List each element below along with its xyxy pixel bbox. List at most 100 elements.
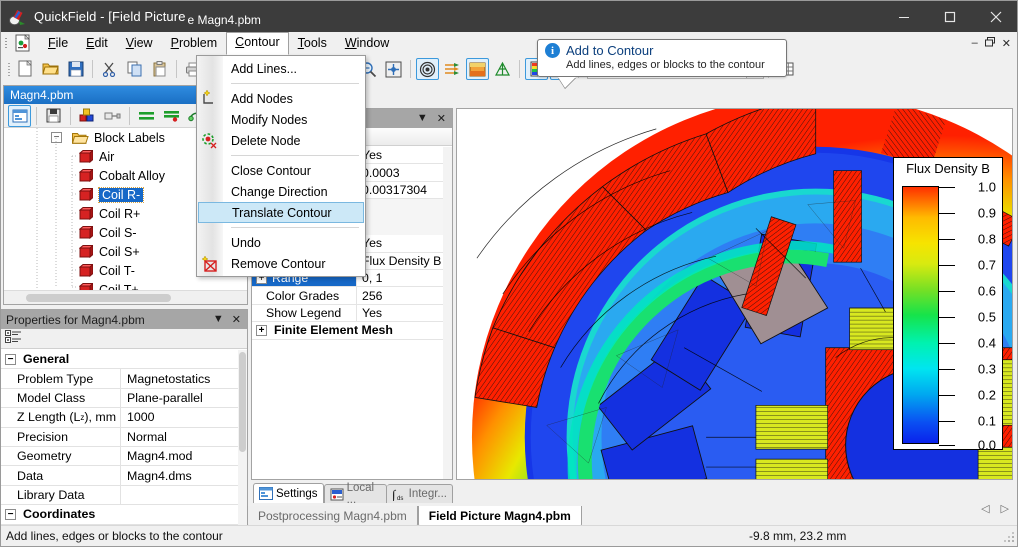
property-row-geometry[interactable]: Geometry Magn4.mod <box>1 446 238 467</box>
tab-integral-values[interactable]: ∫ ds Integr... <box>386 484 453 503</box>
equal-green-icon[interactable] <box>135 105 158 127</box>
menu-file[interactable]: File <box>39 33 77 55</box>
property-value[interactable]: Normal <box>121 428 238 446</box>
tab-local-values[interactable]: Local ... <box>323 482 387 506</box>
mesh-icon[interactable] <box>491 58 514 80</box>
field-row-show-legend[interactable]: Show Legend Yes <box>252 304 443 323</box>
open-folder-icon[interactable] <box>39 58 62 80</box>
menu-item-add-lines[interactable]: Add Lines... <box>197 58 365 79</box>
tooltip-add-to-contour: i Add to Contour Add lines, edges or blo… <box>537 39 787 88</box>
menu-problem[interactable]: Problem <box>162 33 227 55</box>
blocks-icon[interactable] <box>76 105 99 127</box>
properties-collapse-icon[interactable]: ▼ <box>213 313 224 326</box>
properties-panel-title: Properties for Magn4.pbm <box>6 312 145 327</box>
new-document-icon[interactable] <box>14 58 37 80</box>
field-key: Color Grades <box>252 287 357 304</box>
property-category-general[interactable]: − General <box>1 350 238 370</box>
property-value[interactable]: Magn4.mod <box>121 447 238 465</box>
property-row-data[interactable]: Data Magn4.dms <box>1 466 238 486</box>
minimize-button[interactable] <box>881 1 927 32</box>
field-properties-collapse-icon[interactable]: ▼ <box>417 112 428 125</box>
field-value[interactable]: 256 <box>357 287 443 303</box>
properties-vertical-scrollbar[interactable] <box>238 350 247 526</box>
menu-item-remove-contour[interactable]: Remove Contour <box>197 253 365 274</box>
property-row-z-length[interactable]: Z Length (L z), mm 1000 <box>1 408 238 428</box>
properties-scroll-thumb[interactable] <box>239 352 246 452</box>
menu-window[interactable]: Window <box>336 33 398 55</box>
field-category-mesh[interactable]: + Finite Element Mesh <box>252 322 443 340</box>
save-icon[interactable] <box>42 105 65 127</box>
maximize-button[interactable] <box>927 1 973 32</box>
field-properties-close-icon[interactable]: ✕ <box>437 112 446 125</box>
legend-label: 0.3 <box>977 361 996 377</box>
menu-item-modify-nodes[interactable]: Modify Nodes <box>197 109 365 130</box>
mdi-minimize-button[interactable]: – <box>972 37 978 50</box>
menu-contour[interactable]: Contour <box>226 32 289 55</box>
field-properties-scrollbar[interactable] <box>443 147 452 479</box>
tab-prev-arrow[interactable]: ◁ <box>981 502 989 515</box>
zoom-fit-icon[interactable] <box>382 58 405 80</box>
copy-icon[interactable] <box>123 58 146 80</box>
property-category-coordinates[interactable]: − Coordinates <box>1 505 238 525</box>
tree-item-coil-t-plus[interactable]: Coil T+ <box>4 280 247 290</box>
menu-item-delete-node[interactable]: Delete Node <box>197 130 365 151</box>
property-row-library-data[interactable]: Library Data <box>1 485 238 506</box>
legend-label: 0.5 <box>977 309 996 325</box>
tab-settings[interactable]: Settings <box>253 483 324 503</box>
menu-item-label: Remove Contour <box>231 256 326 271</box>
document-icon <box>13 34 33 53</box>
field-value[interactable]: 0, 1 <box>357 270 443 286</box>
mdi-restore-button[interactable] <box>984 37 995 50</box>
mdi-close-button[interactable]: ✕ <box>1002 37 1011 50</box>
property-value[interactable] <box>121 486 238 504</box>
property-value[interactable]: Magnetostatics <box>121 369 238 387</box>
property-row-model-class[interactable]: Model Class Plane-parallel <box>1 388 238 409</box>
field-value[interactable]: Flux Density B <box>357 253 443 269</box>
field-value[interactable]: Yes <box>357 147 443 163</box>
menu-view[interactable]: View <box>117 33 162 55</box>
edges-icon[interactable] <box>101 105 124 127</box>
property-value[interactable]: 1000 <box>121 408 238 426</box>
field-picture-view[interactable]: Flux Density B 1.0 0.9 0.8 0.7 0.6 0.5 0… <box>456 108 1013 480</box>
tree-expander[interactable]: − <box>51 132 62 143</box>
close-button[interactable] <box>973 1 1017 32</box>
property-value[interactable]: Magn4.dms <box>121 466 238 484</box>
menu-edit[interactable]: Edit <box>77 33 117 55</box>
tree-horizontal-scrollbar[interactable] <box>4 290 247 304</box>
menu-item-add-nodes[interactable]: Add Nodes <box>197 88 365 109</box>
menu-item-close-contour[interactable]: Close Contour <box>197 160 365 181</box>
properties-close-icon[interactable]: ✕ <box>232 313 241 326</box>
isolines-target-icon[interactable] <box>416 58 439 80</box>
save-disk-icon[interactable] <box>64 58 87 80</box>
color-map-icon[interactable] <box>466 58 489 80</box>
field-value[interactable]: 0.00317304 <box>357 182 443 198</box>
tab-postprocessing[interactable]: Postprocessing Magn4.pbm <box>247 506 418 527</box>
field-value[interactable]: Yes <box>357 235 443 251</box>
tab-field-picture[interactable]: Field Picture Magn4.pbm <box>417 506 582 527</box>
mesh-expander[interactable]: + <box>256 324 267 336</box>
tooltip-body: Add lines, edges or blocks to the contou… <box>566 59 765 71</box>
menu-item-change-direction[interactable]: Change Direction <box>197 181 365 202</box>
property-row-problem-type[interactable]: Problem Type Magnetostatics <box>1 369 238 389</box>
field-value[interactable]: Yes <box>357 305 443 321</box>
equal-red-icon[interactable] <box>160 105 183 127</box>
tree-scroll-thumb[interactable] <box>26 294 171 302</box>
scissors-icon[interactable] <box>98 58 121 80</box>
field-row-color-grades[interactable]: Color Grades 256 <box>252 287 443 305</box>
field-value[interactable]: 0.0003 <box>357 164 443 180</box>
menu-tools[interactable]: Tools <box>289 33 336 55</box>
category-expander[interactable]: − <box>5 353 16 365</box>
menu-drag-grip[interactable] <box>1 34 11 54</box>
tab-next-arrow[interactable]: ▷ <box>1001 502 1009 515</box>
categorized-icon[interactable] <box>5 330 22 347</box>
resize-grip[interactable] <box>1004 532 1016 544</box>
properties-icon[interactable] <box>8 104 31 127</box>
toolbar-drag-grip[interactable] <box>5 60 13 78</box>
category-expander[interactable]: − <box>5 508 16 520</box>
property-row-precision[interactable]: Precision Normal <box>1 427 238 447</box>
vectors-icon[interactable] <box>441 58 464 80</box>
property-value[interactable]: Plane-parallel <box>121 389 238 407</box>
menu-item-undo[interactable]: Undo <box>197 232 365 253</box>
menu-item-translate-contour[interactable]: Translate Contour <box>198 202 364 223</box>
paste-icon[interactable] <box>148 58 171 80</box>
